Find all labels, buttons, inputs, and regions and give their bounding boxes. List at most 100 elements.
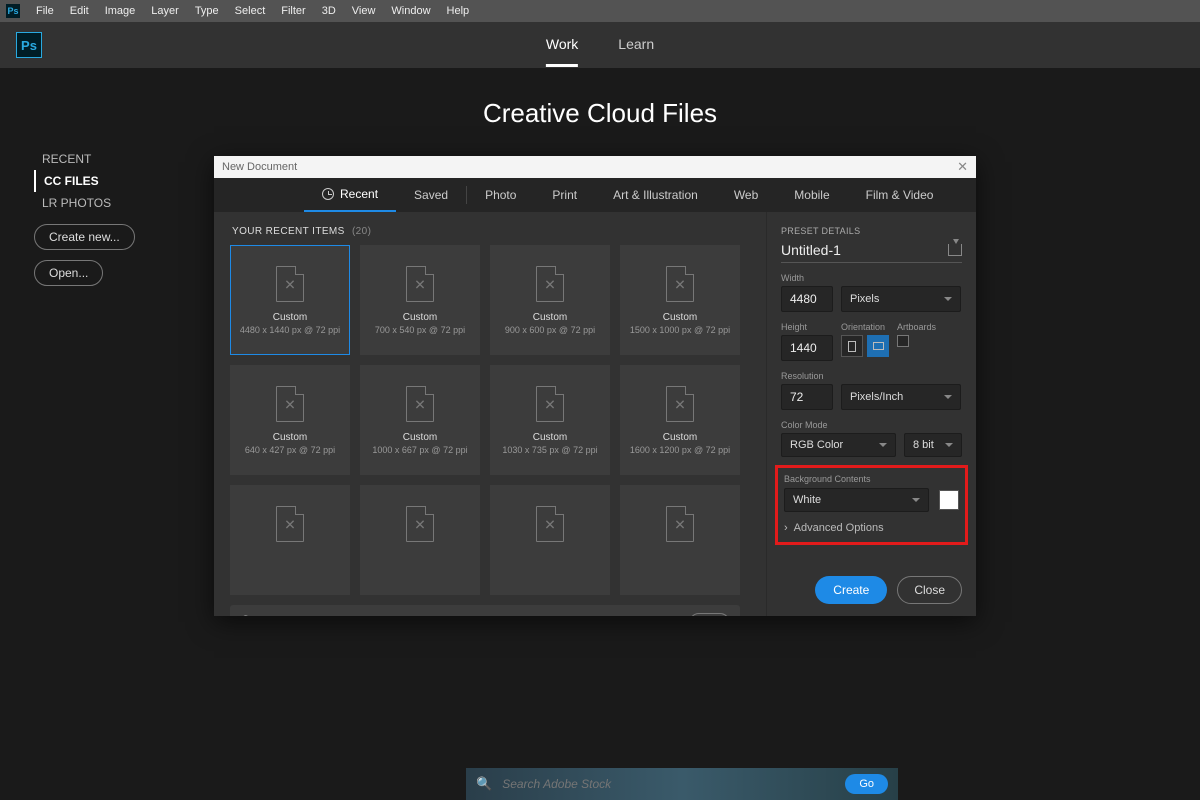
- orientation-portrait[interactable]: [841, 335, 863, 357]
- menu-select[interactable]: Select: [227, 5, 274, 17]
- bottom-stock-input[interactable]: [502, 777, 835, 791]
- bitdepth-select[interactable]: 8 bit: [904, 433, 962, 457]
- bottom-stock-go[interactable]: Go: [845, 774, 888, 794]
- menu-filter[interactable]: Filter: [273, 5, 313, 17]
- stock-go-button[interactable]: Go: [689, 613, 730, 616]
- card-sublabel: 1500 x 1000 px @ 72 ppi: [630, 325, 730, 335]
- nav-lrphotos[interactable]: LR PHOTOS: [34, 192, 119, 214]
- left-nav: RECENT CC FILES LR PHOTOS: [34, 148, 119, 214]
- menu-layer[interactable]: Layer: [143, 5, 187, 17]
- stock-search: 🔍 Go: [230, 605, 740, 616]
- preset-details-panel: PRESET DETAILS Untitled-1 Width Pixels H…: [766, 212, 976, 616]
- colormode-select[interactable]: RGB Color: [781, 433, 896, 457]
- close-button[interactable]: Close: [897, 576, 962, 604]
- preset-card[interactable]: ✕..: [360, 485, 480, 595]
- search-icon: 🔍: [476, 776, 492, 792]
- presets-header: YOUR RECENT ITEMS (20): [232, 226, 750, 237]
- bottom-stock-bar: 🔍 Go: [466, 768, 898, 800]
- resolution-units-select[interactable]: Pixels/Inch: [841, 384, 961, 410]
- preset-card[interactable]: ✕ Custom 640 x 427 px @ 72 ppi: [230, 365, 350, 475]
- menu-window[interactable]: Window: [383, 5, 438, 17]
- units-select[interactable]: Pixels: [841, 286, 961, 312]
- document-icon: ✕: [666, 386, 694, 422]
- document-icon: ✕: [406, 506, 434, 542]
- card-label: Custom: [273, 432, 307, 443]
- dtab-film[interactable]: Film & Video: [848, 178, 952, 212]
- card-sublabel: 640 x 427 px @ 72 ppi: [245, 445, 335, 455]
- menu-file[interactable]: File: [28, 5, 62, 17]
- menubar: Ps File Edit Image Layer Type Select Fil…: [0, 0, 1200, 22]
- document-icon: ✕: [276, 386, 304, 422]
- width-label: Width: [781, 273, 962, 283]
- create-button[interactable]: Create: [815, 576, 887, 604]
- create-new-button[interactable]: Create new...: [34, 224, 135, 250]
- resolution-input[interactable]: [781, 384, 833, 410]
- orientation-landscape[interactable]: [867, 335, 889, 357]
- presets-panel: YOUR RECENT ITEMS (20) ✕ Custom 4480 x 1…: [214, 212, 766, 616]
- menu-image[interactable]: Image: [97, 5, 144, 17]
- document-icon: ✕: [276, 506, 304, 542]
- dialog-tabs: Recent Saved Photo Print Art & Illustrat…: [214, 178, 976, 212]
- card-sublabel: 700 x 540 px @ 72 ppi: [375, 325, 465, 335]
- menu-edit[interactable]: Edit: [62, 5, 97, 17]
- preset-card[interactable]: ✕..: [620, 485, 740, 595]
- card-sublabel: 4480 x 1440 px @ 72 ppi: [240, 325, 340, 335]
- preset-card[interactable]: ✕..: [490, 485, 610, 595]
- document-icon: ✕: [666, 266, 694, 302]
- card-label: Custom: [533, 312, 567, 323]
- menu-type[interactable]: Type: [187, 5, 227, 17]
- preset-card[interactable]: ✕..: [230, 485, 350, 595]
- preset-grid: ✕ Custom 4480 x 1440 px @ 72 ppi ✕ Custo…: [230, 245, 750, 595]
- card-sublabel: 1600 x 1200 px @ 72 ppi: [630, 445, 730, 455]
- dtab-saved[interactable]: Saved: [396, 178, 466, 212]
- preset-card[interactable]: ✕ Custom 1500 x 1000 px @ 72 ppi: [620, 245, 740, 355]
- document-name-field[interactable]: Untitled-1: [781, 242, 841, 258]
- nav-recent[interactable]: RECENT: [34, 148, 119, 170]
- card-sublabel: 1030 x 735 px @ 72 ppi: [502, 445, 597, 455]
- page-title: Creative Cloud Files: [0, 98, 1200, 129]
- ps-badge-small: Ps: [6, 4, 20, 18]
- menu-help[interactable]: Help: [439, 5, 478, 17]
- open-button[interactable]: Open...: [34, 260, 103, 286]
- highlight-annotation: Background Contents White Advanced Optio…: [775, 465, 968, 545]
- dialog-title: New Document: [222, 161, 297, 173]
- preset-card[interactable]: ✕ Custom 1030 x 735 px @ 72 ppi: [490, 365, 610, 475]
- preset-details-label: PRESET DETAILS: [781, 226, 860, 236]
- menu-view[interactable]: View: [344, 5, 384, 17]
- bgcontents-label: Background Contents: [784, 474, 959, 484]
- document-icon: ✕: [536, 506, 564, 542]
- preset-card[interactable]: ✕ Custom 1000 x 667 px @ 72 ppi: [360, 365, 480, 475]
- nav-ccfiles[interactable]: CC FILES: [34, 170, 119, 192]
- height-input[interactable]: [781, 335, 833, 361]
- preset-card[interactable]: ✕ Custom 1600 x 1200 px @ 72 ppi: [620, 365, 740, 475]
- bgcontents-select[interactable]: White: [784, 488, 929, 512]
- clock-icon: [322, 188, 334, 200]
- preset-card[interactable]: ✕ Custom 700 x 540 px @ 72 ppi: [360, 245, 480, 355]
- bgcolor-swatch[interactable]: [939, 490, 959, 510]
- document-icon: ✕: [536, 266, 564, 302]
- dtab-print[interactable]: Print: [534, 178, 595, 212]
- dtab-web[interactable]: Web: [716, 178, 776, 212]
- close-icon[interactable]: ✕: [957, 159, 968, 175]
- menu-3d[interactable]: 3D: [314, 5, 344, 17]
- card-label: Custom: [663, 312, 697, 323]
- tab-learn[interactable]: Learn: [618, 24, 654, 67]
- colormode-label: Color Mode: [781, 420, 962, 430]
- advanced-options-toggle[interactable]: Advanced Options: [784, 522, 959, 534]
- tab-work[interactable]: Work: [546, 24, 578, 67]
- save-preset-icon[interactable]: [948, 244, 962, 256]
- width-input[interactable]: [781, 286, 833, 312]
- preset-card[interactable]: ✕ Custom 900 x 600 px @ 72 ppi: [490, 245, 610, 355]
- orientation-label: Orientation: [841, 322, 889, 332]
- dtab-photo[interactable]: Photo: [467, 178, 534, 212]
- document-icon: ✕: [536, 386, 564, 422]
- height-label: Height: [781, 322, 833, 332]
- document-icon: ✕: [406, 266, 434, 302]
- dtab-art[interactable]: Art & Illustration: [595, 178, 716, 212]
- dtab-recent[interactable]: Recent: [304, 178, 396, 212]
- preset-card[interactable]: ✕ Custom 4480 x 1440 px @ 72 ppi: [230, 245, 350, 355]
- document-icon: ✕: [276, 266, 304, 302]
- artboards-checkbox[interactable]: [897, 335, 909, 347]
- ps-logo: Ps: [16, 32, 42, 58]
- dtab-mobile[interactable]: Mobile: [776, 178, 847, 212]
